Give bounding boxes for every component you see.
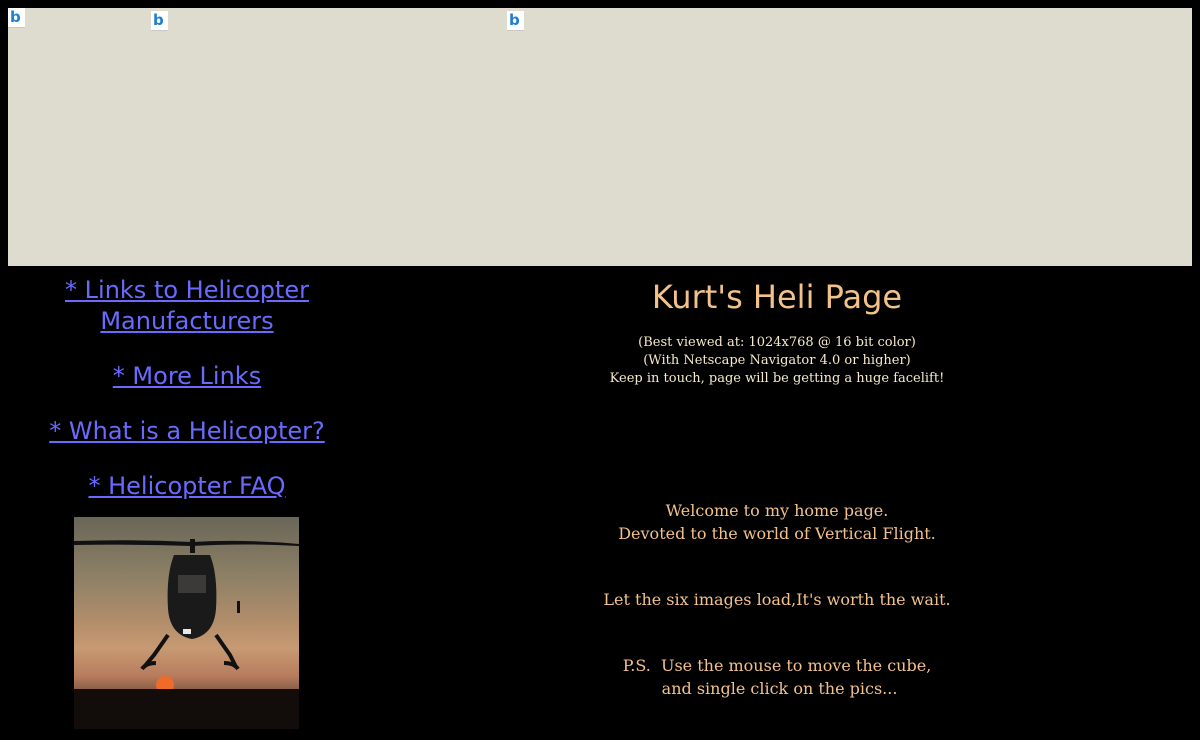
applet-area[interactable]: b b b <box>8 8 1192 266</box>
facelift-note: Keep in touch, page will be getting a hu… <box>609 371 945 386</box>
broken-image-glyph: b <box>153 11 164 29</box>
cockpit-window <box>178 575 206 593</box>
helicopter-photo-svg <box>74 539 299 729</box>
link-helicopter-faq[interactable]: * Helicopter FAQ <box>30 471 344 502</box>
link-line: * Links to Helicopter <box>65 276 309 304</box>
ps-text-line2: and single click on the pics... <box>656 679 898 698</box>
broken-image-glyph: b <box>509 11 520 29</box>
nav-column: * Links to Helicopter Manufacturers * Mo… <box>30 272 344 502</box>
link-more-links[interactable]: * More Links <box>30 361 344 392</box>
browser-note: (With Netscape Navigator 4.0 or higher) <box>643 353 911 368</box>
devoted-text: Devoted to the world of Vertical Flight. <box>618 524 936 543</box>
broken-image-icon: b <box>8 8 25 28</box>
page-title: Kurt's Heli Page <box>651 278 903 316</box>
main-content: Kurt's Heli Page (Best viewed at: 1024x7… <box>380 272 1174 700</box>
antenna <box>237 601 240 613</box>
broken-image-glyph: b <box>10 8 21 26</box>
viewing-note: (Best viewed at: 1024x768 @ 16 bit color… <box>638 335 916 350</box>
skids <box>140 661 240 671</box>
helicopter-sunset-photo[interactable] <box>74 517 299 729</box>
broken-image-icon: b <box>507 11 524 31</box>
welcome-text: Welcome to my home page. <box>665 501 889 520</box>
ps-text-line1: P.S. Use the mouse to move the cube, <box>622 656 932 675</box>
broken-image-icon: b <box>151 11 168 31</box>
link-helicopter-manufacturers[interactable]: * Links to Helicopter Manufacturers <box>30 275 344 337</box>
horizon-band <box>74 689 299 729</box>
rotor-mast <box>190 539 195 553</box>
images-load-text: Let the six images load,It's worth the w… <box>603 590 951 609</box>
link-what-is-helicopter[interactable]: * What is a Helicopter? <box>30 416 344 447</box>
link-line: Manufacturers <box>100 307 274 335</box>
rotor-blade <box>74 540 299 546</box>
landing-light <box>183 629 191 634</box>
helicopter-body <box>167 555 217 639</box>
skid-struts <box>142 633 238 669</box>
